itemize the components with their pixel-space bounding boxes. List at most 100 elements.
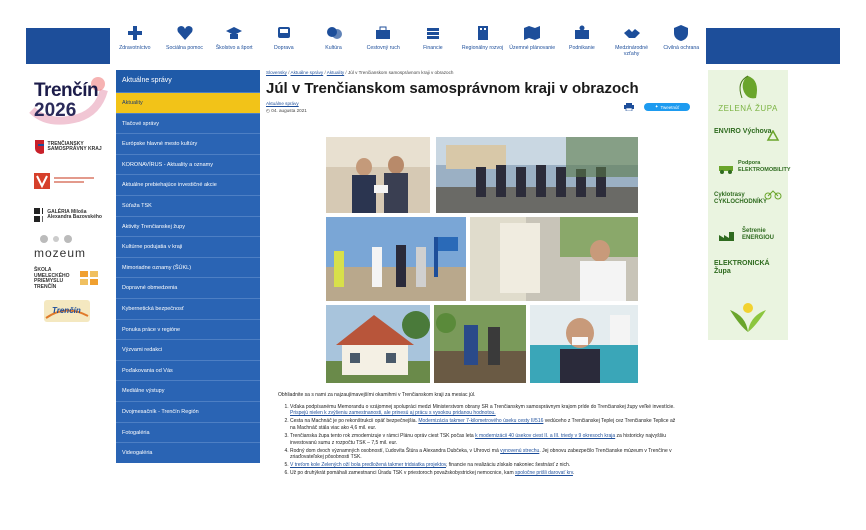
nav-item-label: Podnikanie bbox=[569, 45, 595, 51]
sidebar-item[interactable]: Mediálne výstupy bbox=[116, 380, 260, 401]
nav-item-1[interactable]: Sociálna pomoc bbox=[160, 22, 210, 66]
tsk-logo[interactable]: TRENČIANSKY SAMOSPRÁVNY KRAJ bbox=[28, 130, 110, 164]
theater-icon bbox=[326, 27, 342, 39]
bird-icon: ✦ bbox=[654, 104, 659, 109]
photo-green-projects[interactable] bbox=[434, 305, 526, 383]
skola-logo[interactable]: ŠKOLA UMELECKÉHO PRIEMYSLU TRENČÍN bbox=[28, 262, 110, 296]
nav-item-0[interactable]: Zdravotníctvo bbox=[110, 22, 160, 66]
sidebar-item[interactable]: Aktivity Trenčianskej župy bbox=[116, 215, 260, 237]
nav-item-label: Financie bbox=[423, 45, 443, 51]
breadcrumb-item[interactable]: Slovensky bbox=[266, 70, 287, 75]
article-link[interactable]: vynovenú strechu bbox=[500, 448, 539, 454]
breadcrumb-item[interactable]: Aktuality bbox=[327, 70, 344, 75]
trencin-2026-logo[interactable]: Trenčín 2026 bbox=[28, 70, 110, 130]
banner-item-elektromobilita[interactable]: Podpora ELEKTROMOBILITY bbox=[738, 160, 791, 173]
article-link[interactable]: Modernizácia takmer 7-kilometrového úsek… bbox=[418, 418, 543, 424]
nav-item-2[interactable]: Školstvo a šport bbox=[209, 22, 259, 66]
sidebar-item[interactable]: Mimoriadne oznamy (ŠÚKL) bbox=[116, 256, 260, 278]
photo-construction[interactable] bbox=[326, 217, 466, 301]
sidebar-item[interactable]: Fotogaléria bbox=[116, 421, 260, 443]
article-link[interactable]: V treťom kole Zelených oží bola predlože… bbox=[290, 462, 446, 468]
galeria-logo[interactable]: GALÉRIA Miloša Alexandra Bazovského bbox=[28, 198, 110, 232]
graduation-cap-icon bbox=[226, 27, 243, 39]
coat-of-arms-icon bbox=[35, 140, 44, 154]
leaves-icon bbox=[730, 303, 766, 332]
trencin-small-logo[interactable]: Trenčín bbox=[28, 296, 110, 326]
nav-item-5[interactable]: Cestovný ruch bbox=[358, 22, 408, 66]
sidebar-item[interactable]: Ponuka práce v regióne bbox=[116, 318, 260, 340]
photo-inspection[interactable] bbox=[470, 217, 638, 301]
main-content: Slovensky / Aktuálne správy / Aktuality … bbox=[266, 70, 702, 121]
sidebar-item[interactable]: KORONAVÍRUS - Aktuality a oznamy bbox=[116, 153, 260, 175]
sidebar-item[interactable]: Dvojmesačník - Trenčín Región bbox=[116, 400, 260, 422]
banner-item-setrenie[interactable]: Šetrenie ENERGIOU bbox=[742, 228, 786, 242]
nav-item-9[interactable]: Podnikanie bbox=[557, 22, 607, 66]
sidebar-item[interactable]: Súťaža TSK bbox=[116, 194, 260, 216]
mozeum-logo[interactable]: mozeum bbox=[28, 232, 110, 262]
nav-item-3[interactable]: Doprava bbox=[259, 22, 309, 66]
bicycle-icon bbox=[764, 190, 782, 200]
list-tail: , financie na realizáciu získalo nakonie… bbox=[446, 462, 571, 469]
zelena-zupa-banner[interactable]: ZELENÁ ŽUPA ENVIRO Výchova Podpora ELEKT… bbox=[708, 70, 791, 340]
sidebar-item[interactable]: Kybernetická bezpečnosť bbox=[116, 297, 260, 319]
nav-item-label: Územné plánovanie bbox=[509, 45, 556, 51]
shield-icon bbox=[674, 25, 689, 41]
tweet-button[interactable]: ✦ Tweetnúť bbox=[644, 103, 690, 111]
nav-item-label: Cestovný ruch bbox=[366, 45, 400, 51]
sidebar-item[interactable]: Aktuálne prebiehajúce investičné akcie bbox=[116, 174, 260, 195]
sidebar-item[interactable]: Kultúrne podujatia v kraji bbox=[116, 236, 260, 257]
nav-item-label: Regionálny rozvoj bbox=[461, 45, 504, 51]
list-text: Cesta na Machnáč je po rekonštrukcii opä… bbox=[290, 418, 419, 425]
nav-item-4[interactable]: Kultúra bbox=[309, 22, 359, 66]
handshake-icon bbox=[623, 29, 640, 38]
list-item: V treťom kole Zelených oží bola predlože… bbox=[290, 462, 678, 469]
nav-item-8[interactable]: Územné plánovanie bbox=[507, 22, 557, 66]
nav-item-7[interactable]: Regionálny rozvoj bbox=[458, 22, 508, 66]
list-item: Vďaka podpísanému Memorandu o vzájomnej … bbox=[290, 404, 678, 417]
nav-item-label: Civilná ochrana bbox=[663, 45, 700, 51]
photo-blood-donation[interactable] bbox=[530, 305, 638, 383]
list-text: Rodný dom dvoch významných osobností, Ľu… bbox=[290, 447, 501, 454]
article-link[interactable]: Prispejú nielen k zvýšeniu zamestnanosti… bbox=[290, 410, 496, 416]
nav-item-6[interactable]: Financie bbox=[408, 22, 458, 66]
sidebar-item[interactable]: Európske hlavné mesto kultúry bbox=[116, 133, 260, 154]
coins-icon bbox=[426, 28, 439, 39]
breadcrumb: Slovensky / Aktuálne správy / Aktuality … bbox=[266, 70, 702, 75]
banner-item-enviro[interactable]: ENVIRO Výchova bbox=[714, 128, 780, 141]
back-link[interactable]: Aktuálne správy bbox=[266, 101, 299, 106]
publish-date: ◴ 04. augusta 2021 bbox=[266, 108, 307, 113]
heart-icon bbox=[176, 26, 193, 40]
recycle-icon bbox=[766, 130, 780, 141]
sidebar-item[interactable]: Výzvami redakci bbox=[116, 339, 260, 360]
print-icon[interactable] bbox=[624, 103, 634, 111]
bag-icon bbox=[376, 26, 391, 39]
article-link[interactable]: spoločne prišli darovať krv bbox=[515, 470, 573, 476]
nav-item-11[interactable]: Civilná ochrana bbox=[656, 22, 706, 66]
list-text: Trenčianska župa tento rok zmodernizuje … bbox=[290, 432, 476, 439]
partner-logos: Trenčín 2026 TRENČIANSKY SAMOSPRÁVNY KRA… bbox=[28, 70, 110, 326]
list-item: Rodný dom dvoch významných osobností, Ľu… bbox=[290, 448, 678, 461]
photo-roof[interactable] bbox=[326, 305, 430, 383]
sidebar-item[interactable]: Videogaléria bbox=[116, 442, 260, 463]
map-icon bbox=[524, 26, 541, 40]
nav-item-label: Školstvo a šport bbox=[215, 45, 253, 51]
list-text: Už po druhýkrát pomáhali zamestnanci Úra… bbox=[290, 470, 516, 477]
sidebar-item[interactable]: Poďakovania od Vás bbox=[116, 359, 260, 381]
photo-memorandum[interactable] bbox=[326, 137, 430, 213]
cross-icon bbox=[127, 26, 142, 40]
breadcrumb-item[interactable]: Aktuálne správy bbox=[291, 70, 324, 75]
factory-icon bbox=[719, 232, 734, 241]
museum-logo-red[interactable] bbox=[28, 164, 110, 198]
museum-mark-icon bbox=[34, 173, 50, 189]
nav-item-10[interactable]: Medzinárodné vzťahy bbox=[607, 22, 657, 66]
photo-road-opening[interactable] bbox=[436, 137, 638, 213]
article-link[interactable]: k modernizácii 40 úsekov ciest II. a III… bbox=[475, 433, 615, 439]
sidebar-item[interactable]: Aktuality bbox=[116, 92, 260, 113]
banner-item-elektronicka[interactable]: ELEKTRONICKÁ Župa bbox=[714, 260, 786, 276]
building-icon bbox=[477, 26, 488, 40]
bus-icon bbox=[277, 27, 290, 38]
nav-item-label: Zdravotníctvo bbox=[119, 45, 151, 51]
sidebar-item[interactable]: Dopravné obmedzenia bbox=[116, 277, 260, 298]
sidebar-item[interactable]: Tlačové správy bbox=[116, 112, 260, 134]
museum-text-graphic bbox=[54, 177, 94, 183]
